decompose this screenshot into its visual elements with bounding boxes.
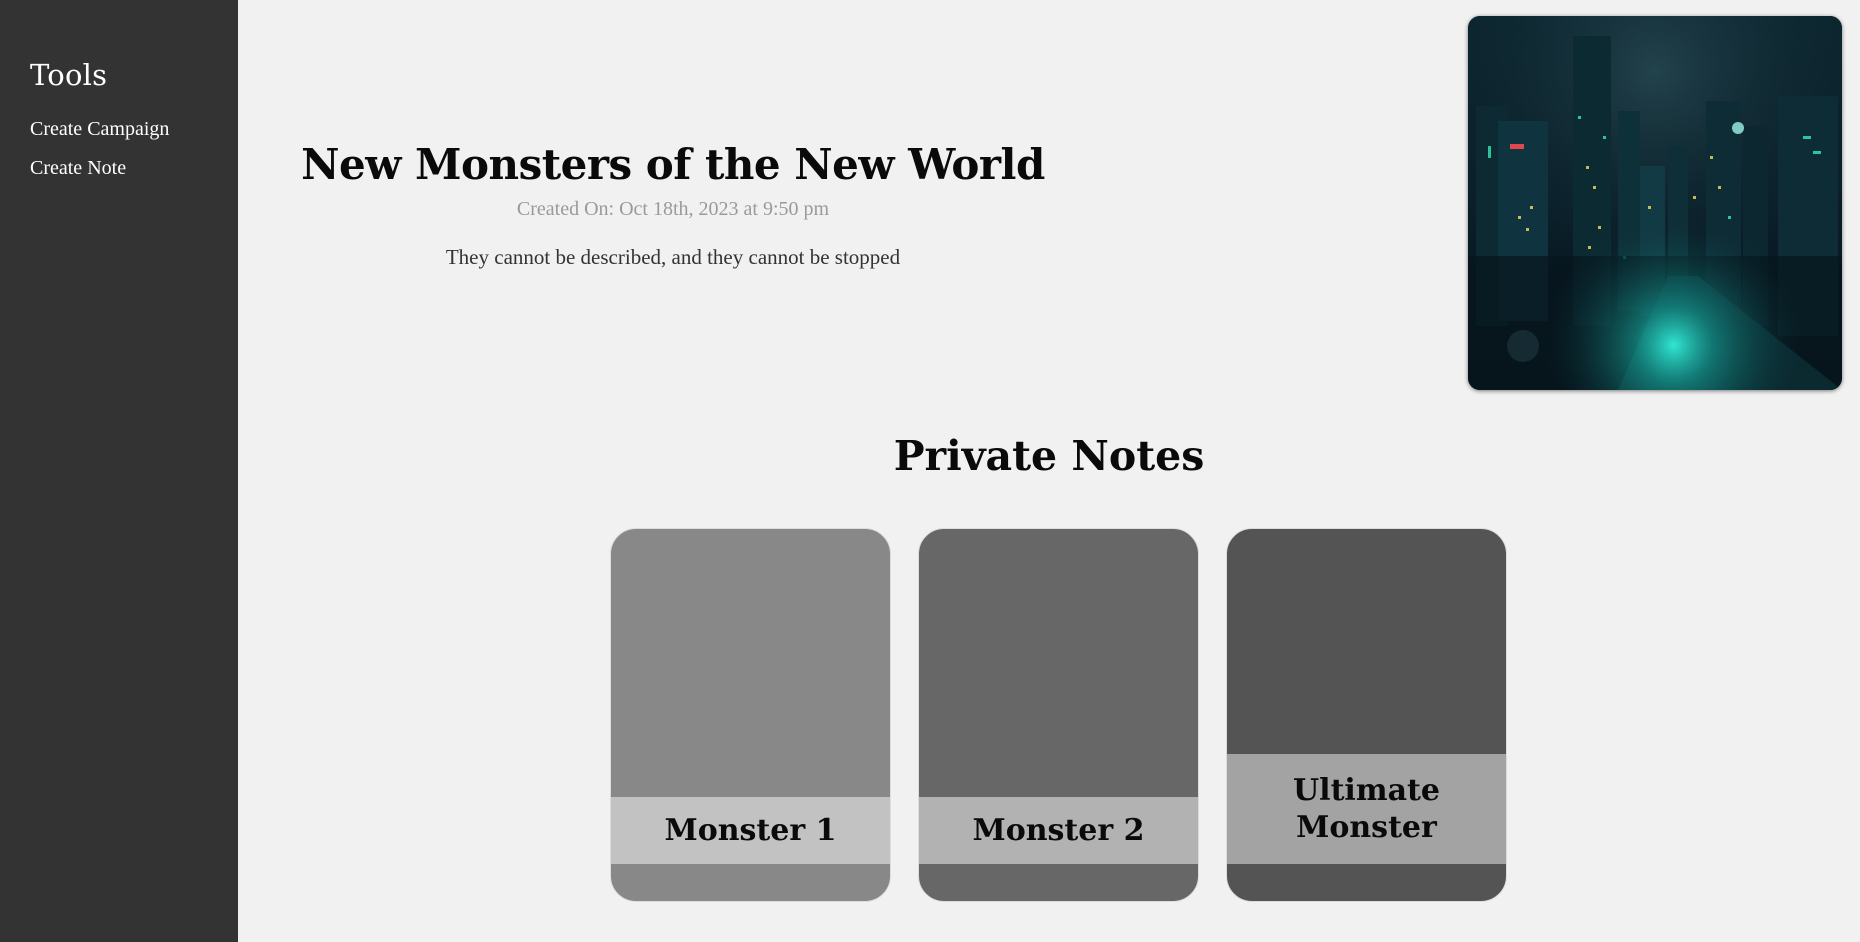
note-card-ultimate-monster[interactable]: Ultimate Monster [1226,528,1507,902]
section-title-private-notes: Private Notes [893,432,1205,480]
notes-grid: Monster 1 Monster 2 Ultimate Monster [610,528,1507,902]
campaign-image [1468,16,1842,390]
sidebar-item-create-campaign[interactable]: Create Campaign [30,118,238,141]
created-date: Created On: Oct 18th, 2023 at 9:50 pm [516,198,830,221]
note-card-label: Ultimate Monster [1227,754,1506,864]
city-illustration [1468,16,1842,390]
note-card-label: Monster 1 [611,797,890,864]
app-root: Tools Create Campaign Create Note New Mo… [0,0,1860,942]
sidebar-item-create-note[interactable]: Create Note [30,157,238,180]
campaign-description: They cannot be described, and they canno… [445,245,901,270]
campaign-title: New Monsters of the New World [301,140,1045,189]
sidebar-heading: Tools [30,58,108,92]
main-content: New Monsters of the New World Created On… [238,0,1860,942]
sidebar: Tools Create Campaign Create Note [0,0,238,942]
note-card-monster-2[interactable]: Monster 2 [918,528,1199,902]
note-card-monster-1[interactable]: Monster 1 [610,528,891,902]
note-card-label: Monster 2 [919,797,1198,864]
campaign-header: New Monsters of the New World Created On… [238,140,1108,270]
